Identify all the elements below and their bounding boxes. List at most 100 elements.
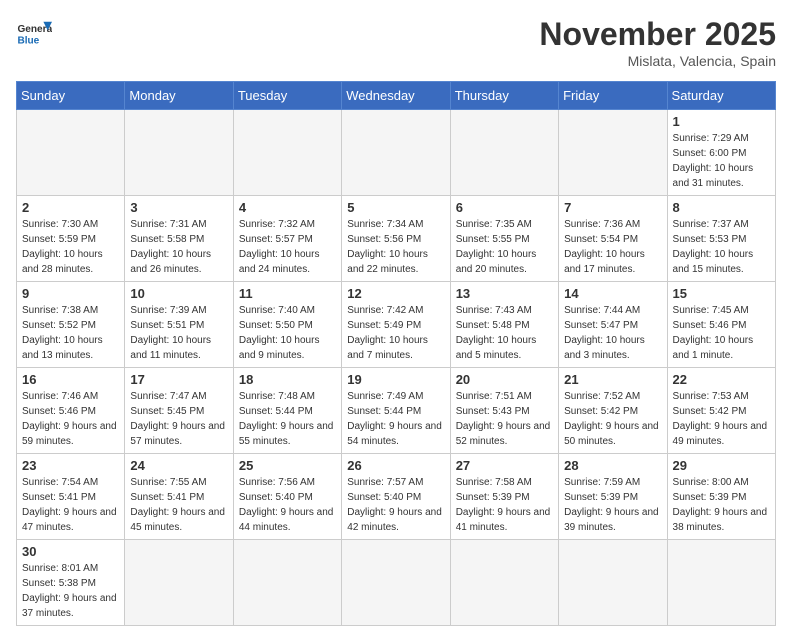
day-info: Sunrise: 7:56 AM Sunset: 5:40 PM Dayligh… — [239, 475, 336, 535]
day-info: Sunrise: 7:52 AM Sunset: 5:42 PM Dayligh… — [564, 389, 661, 449]
calendar-week-row: 30Sunrise: 8:01 AM Sunset: 5:38 PM Dayli… — [17, 540, 776, 626]
calendar-cell: 29Sunrise: 8:00 AM Sunset: 5:39 PM Dayli… — [667, 454, 775, 540]
calendar-cell: 7Sunrise: 7:36 AM Sunset: 5:54 PM Daylig… — [559, 196, 667, 282]
weekday-header: Wednesday — [342, 82, 450, 110]
day-info: Sunrise: 7:42 AM Sunset: 5:49 PM Dayligh… — [347, 303, 444, 363]
calendar-cell: 30Sunrise: 8:01 AM Sunset: 5:38 PM Dayli… — [17, 540, 125, 626]
calendar-cell: 18 Sunrise: 7:48 AM Sunset: 5:44 PM Dayli… — [233, 368, 341, 454]
day-info: Sunrise: 7:54 AM Sunset: 5:41 PM Dayligh… — [22, 475, 119, 535]
calendar-cell: 22 Sunrise: 7:53 AM Sunset: 5:42 PM Dayli… — [667, 368, 775, 454]
calendar-cell — [667, 540, 775, 626]
weekday-header: Thursday — [450, 82, 558, 110]
calendar-cell: 6Sunrise: 7:35 AM Sunset: 5:55 PM Daylig… — [450, 196, 558, 282]
calendar-cell: 17 Sunrise: 7:47 AM Sunset: 5:45 PM Dayli… — [125, 368, 233, 454]
day-number: 4 — [239, 200, 336, 215]
day-info: Sunrise: 7:51 AM Sunset: 5:43 PM Dayligh… — [456, 389, 553, 449]
day-number: 2 — [22, 200, 119, 215]
calendar-cell — [125, 540, 233, 626]
day-number: 20 — [456, 372, 553, 387]
day-number: 12 — [347, 286, 444, 301]
calendar-cell — [233, 540, 341, 626]
day-info: Sunrise: 8:00 AM Sunset: 5:39 PM Dayligh… — [673, 475, 770, 535]
day-number: 21 — [564, 372, 661, 387]
day-info: Sunrise: 7:53 AM Sunset: 5:42 PM Dayligh… — [673, 389, 770, 449]
calendar-cell: 19 Sunrise: 7:49 AM Sunset: 5:44 PM Dayli… — [342, 368, 450, 454]
calendar-cell — [450, 540, 558, 626]
calendar-week-row: 2 Sunrise: 7:30 AM Sunset: 5:59 PM Daylig… — [17, 196, 776, 282]
calendar-cell: 10 Sunrise: 7:39 AM Sunset: 5:51 PM Dayli… — [125, 282, 233, 368]
calendar-cell: 12 Sunrise: 7:42 AM Sunset: 5:49 PM Dayli… — [342, 282, 450, 368]
calendar-cell: 3Sunrise: 7:31 AM Sunset: 5:58 PM Daylig… — [125, 196, 233, 282]
day-number: 19 — [347, 372, 444, 387]
calendar-cell: 15Sunrise: 7:45 AM Sunset: 5:46 PM Dayli… — [667, 282, 775, 368]
calendar-cell: 11 Sunrise: 7:40 AM Sunset: 5:50 PM Dayli… — [233, 282, 341, 368]
day-info: Sunrise: 7:57 AM Sunset: 5:40 PM Dayligh… — [347, 475, 444, 535]
calendar-cell: 26 Sunrise: 7:57 AM Sunset: 5:40 PM Dayli… — [342, 454, 450, 540]
calendar-cell: 27 Sunrise: 7:58 AM Sunset: 5:39 PM Dayli… — [450, 454, 558, 540]
calendar-week-row: 23 Sunrise: 7:54 AM Sunset: 5:41 PM Dayli… — [17, 454, 776, 540]
calendar-week-row: 1Sunrise: 7:29 AM Sunset: 6:00 PM Daylig… — [17, 110, 776, 196]
day-number: 28 — [564, 458, 661, 473]
day-number: 22 — [673, 372, 770, 387]
calendar-cell: 1Sunrise: 7:29 AM Sunset: 6:00 PM Daylig… — [667, 110, 775, 196]
day-info: Sunrise: 7:47 AM Sunset: 5:45 PM Dayligh… — [130, 389, 227, 449]
day-number: 18 — [239, 372, 336, 387]
day-number: 5 — [347, 200, 444, 215]
calendar-cell: 16 Sunrise: 7:46 AM Sunset: 5:46 PM Dayli… — [17, 368, 125, 454]
day-info: Sunrise: 7:29 AM Sunset: 6:00 PM Dayligh… — [673, 131, 770, 191]
calendar-cell — [17, 110, 125, 196]
calendar-cell — [342, 110, 450, 196]
day-info: Sunrise: 7:44 AM Sunset: 5:47 PM Dayligh… — [564, 303, 661, 363]
day-number: 16 — [22, 372, 119, 387]
day-info: Sunrise: 7:32 AM Sunset: 5:57 PM Dayligh… — [239, 217, 336, 277]
header: General Blue November 2025 Mislata, Vale… — [16, 16, 776, 69]
weekday-header: Sunday — [17, 82, 125, 110]
day-info: Sunrise: 7:43 AM Sunset: 5:48 PM Dayligh… — [456, 303, 553, 363]
day-number: 27 — [456, 458, 553, 473]
calendar-week-row: 9Sunrise: 7:38 AM Sunset: 5:52 PM Daylig… — [17, 282, 776, 368]
weekday-header: Friday — [559, 82, 667, 110]
calendar-cell — [125, 110, 233, 196]
calendar-cell — [559, 110, 667, 196]
day-info: Sunrise: 7:46 AM Sunset: 5:46 PM Dayligh… — [22, 389, 119, 449]
day-number: 3 — [130, 200, 227, 215]
day-info: Sunrise: 7:48 AM Sunset: 5:44 PM Dayligh… — [239, 389, 336, 449]
day-info: Sunrise: 7:37 AM Sunset: 5:53 PM Dayligh… — [673, 217, 770, 277]
calendar-cell: 14 Sunrise: 7:44 AM Sunset: 5:47 PM Dayli… — [559, 282, 667, 368]
day-number: 11 — [239, 286, 336, 301]
day-number: 7 — [564, 200, 661, 215]
day-number: 24 — [130, 458, 227, 473]
day-info: Sunrise: 7:38 AM Sunset: 5:52 PM Dayligh… — [22, 303, 119, 363]
day-info: Sunrise: 7:40 AM Sunset: 5:50 PM Dayligh… — [239, 303, 336, 363]
day-number: 14 — [564, 286, 661, 301]
weekday-header: Monday — [125, 82, 233, 110]
calendar: SundayMondayTuesdayWednesdayThursdayFrid… — [16, 81, 776, 626]
day-number: 6 — [456, 200, 553, 215]
weekday-header: Tuesday — [233, 82, 341, 110]
day-number: 25 — [239, 458, 336, 473]
day-number: 17 — [130, 372, 227, 387]
calendar-cell — [342, 540, 450, 626]
calendar-cell — [233, 110, 341, 196]
weekday-header: Saturday — [667, 82, 775, 110]
weekday-row: SundayMondayTuesdayWednesdayThursdayFrid… — [17, 82, 776, 110]
calendar-cell: 25 Sunrise: 7:56 AM Sunset: 5:40 PM Dayli… — [233, 454, 341, 540]
day-number: 23 — [22, 458, 119, 473]
calendar-week-row: 16 Sunrise: 7:46 AM Sunset: 5:46 PM Dayli… — [17, 368, 776, 454]
day-number: 30 — [22, 544, 119, 559]
day-info: Sunrise: 7:39 AM Sunset: 5:51 PM Dayligh… — [130, 303, 227, 363]
logo-icon: General Blue — [16, 16, 52, 52]
logo: General Blue — [16, 16, 52, 52]
day-info: Sunrise: 7:58 AM Sunset: 5:39 PM Dayligh… — [456, 475, 553, 535]
day-info: Sunrise: 7:45 AM Sunset: 5:46 PM Dayligh… — [673, 303, 770, 363]
calendar-cell: 21 Sunrise: 7:52 AM Sunset: 5:42 PM Dayli… — [559, 368, 667, 454]
day-info: Sunrise: 7:30 AM Sunset: 5:59 PM Dayligh… — [22, 217, 119, 277]
day-info: Sunrise: 7:49 AM Sunset: 5:44 PM Dayligh… — [347, 389, 444, 449]
calendar-cell: 9Sunrise: 7:38 AM Sunset: 5:52 PM Daylig… — [17, 282, 125, 368]
day-number: 26 — [347, 458, 444, 473]
calendar-cell: 4 Sunrise: 7:32 AM Sunset: 5:57 PM Daylig… — [233, 196, 341, 282]
day-number: 10 — [130, 286, 227, 301]
calendar-cell: 2 Sunrise: 7:30 AM Sunset: 5:59 PM Daylig… — [17, 196, 125, 282]
calendar-cell: 8Sunrise: 7:37 AM Sunset: 5:53 PM Daylig… — [667, 196, 775, 282]
svg-text:Blue: Blue — [17, 35, 39, 46]
